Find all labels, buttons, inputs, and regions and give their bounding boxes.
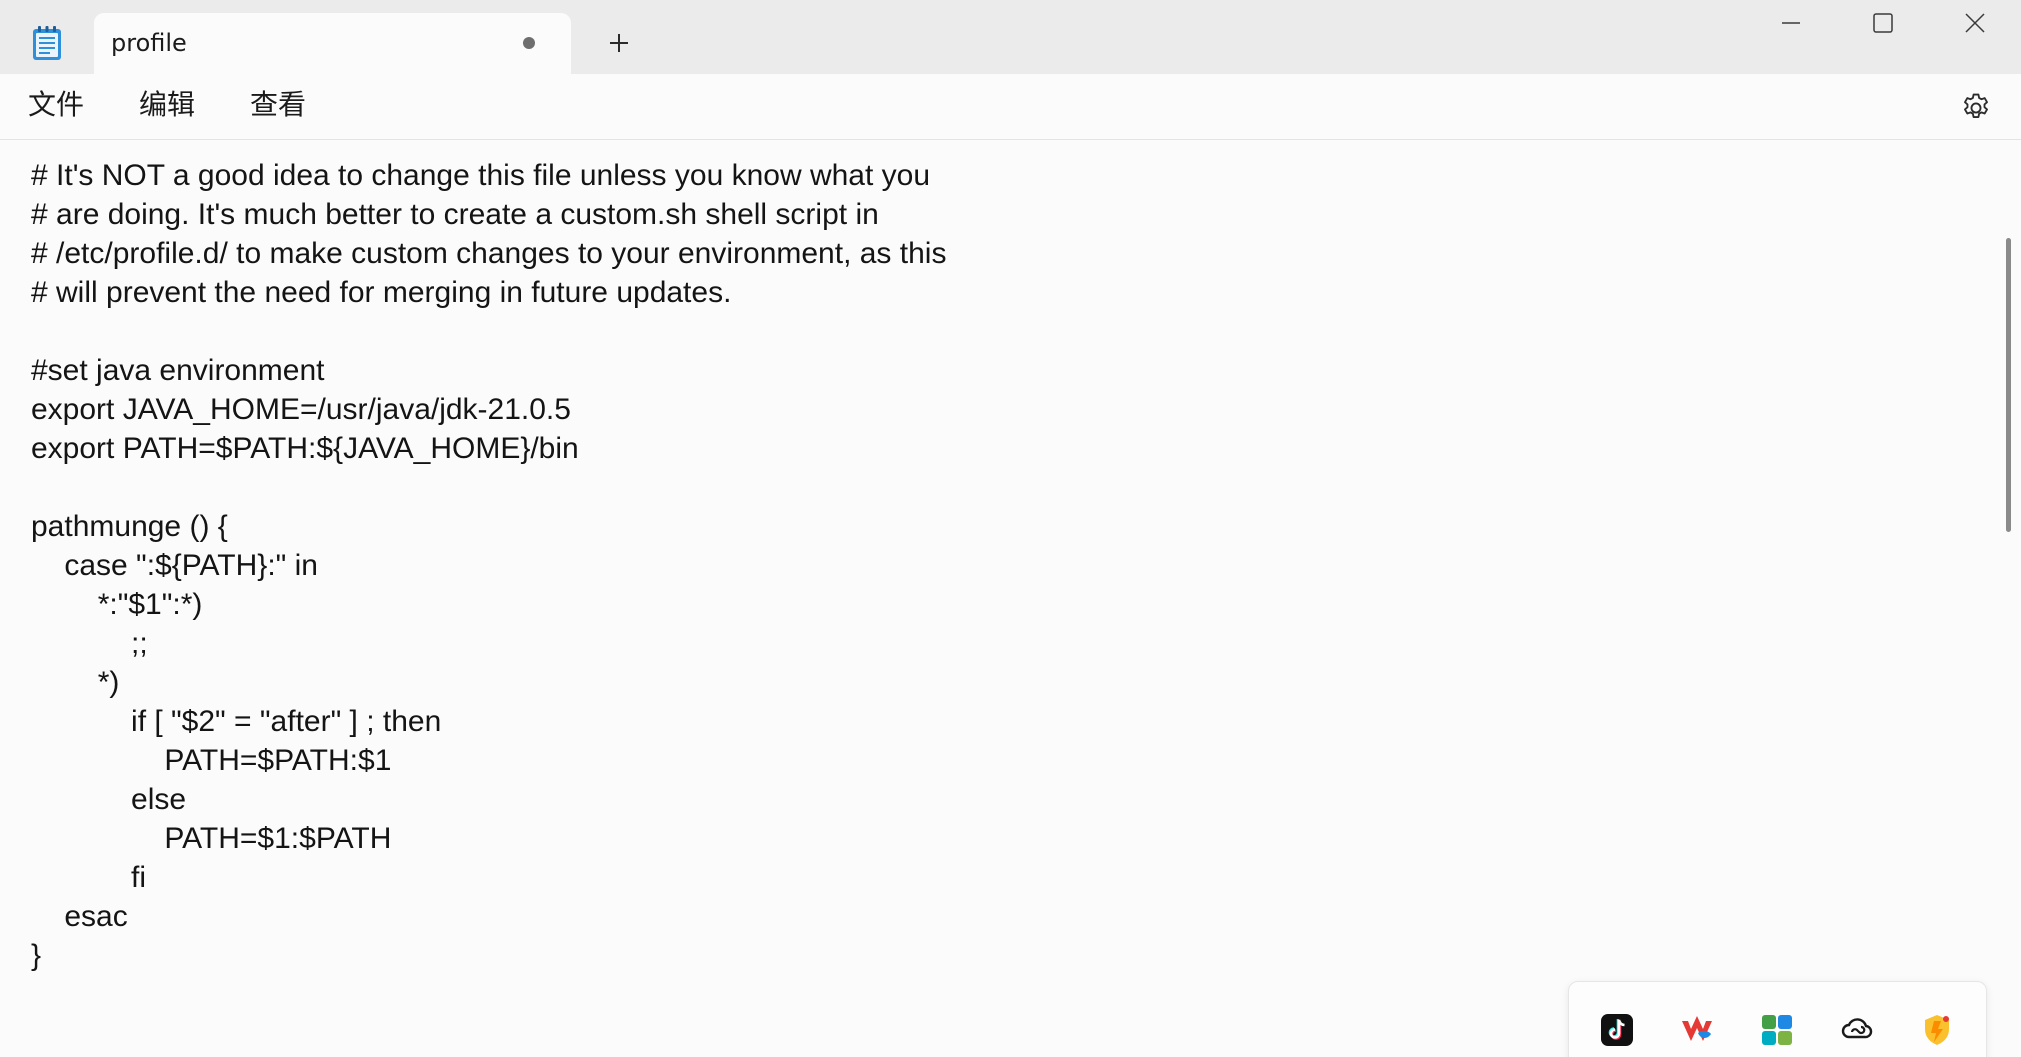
gear-icon bbox=[1964, 93, 1988, 118]
maximize-button[interactable] bbox=[1837, 0, 1929, 46]
shield-app-icon[interactable] bbox=[1920, 1013, 1954, 1047]
floating-tray bbox=[1568, 981, 1987, 1057]
minimize-button[interactable] bbox=[1745, 0, 1837, 46]
menu-bar: 文件 编辑 查看 bbox=[0, 74, 2021, 140]
settings-button[interactable] bbox=[1959, 91, 1993, 125]
new-tab-button[interactable] bbox=[600, 24, 638, 62]
app-grid-icon[interactable] bbox=[1760, 1013, 1794, 1047]
menu-file[interactable]: 文件 bbox=[28, 91, 84, 119]
creative-cloud-icon[interactable] bbox=[1840, 1013, 1874, 1047]
close-button[interactable] bbox=[1929, 0, 2021, 46]
menu-edit[interactable]: 编辑 bbox=[139, 91, 195, 119]
tab-title: profile bbox=[111, 29, 187, 57]
plus-icon bbox=[610, 34, 628, 52]
minimize-icon bbox=[1782, 22, 1800, 24]
tiktok-icon[interactable] bbox=[1600, 1013, 1634, 1047]
notepad-app-icon bbox=[30, 24, 64, 62]
maximize-icon bbox=[1873, 13, 1893, 33]
title-bar: profile bbox=[0, 0, 2021, 75]
notepad-window: profile 文件 编辑 查看 # It's NOT a good idea … bbox=[0, 0, 2021, 1057]
text-editor[interactable]: # It's NOT a good idea to change this fi… bbox=[0, 140, 2000, 1057]
close-icon bbox=[1965, 13, 1985, 33]
wps-office-icon[interactable] bbox=[1680, 1013, 1714, 1047]
tab-profile[interactable]: profile bbox=[94, 13, 571, 75]
editor-content[interactable]: # It's NOT a good idea to change this fi… bbox=[31, 156, 946, 975]
vertical-scrollbar[interactable] bbox=[2006, 238, 2011, 532]
unsaved-dot-icon[interactable] bbox=[523, 37, 535, 49]
menu-view[interactable]: 查看 bbox=[250, 91, 306, 119]
